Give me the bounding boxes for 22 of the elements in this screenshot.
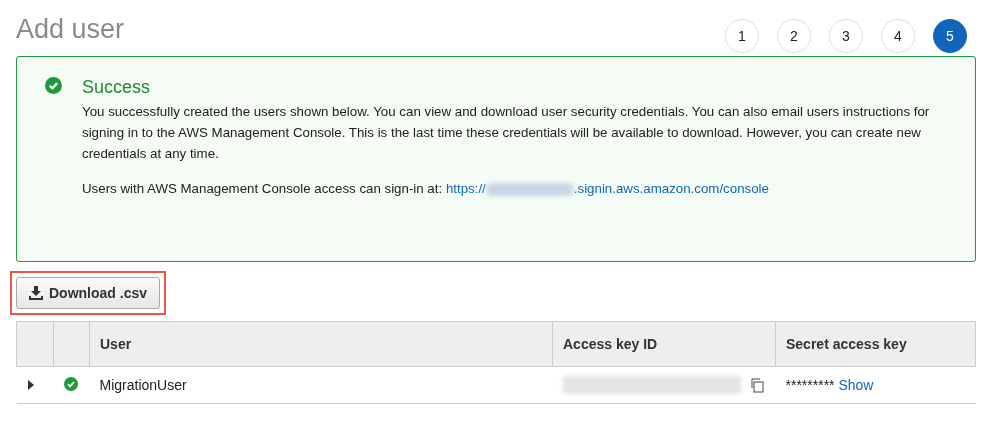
column-header: User bbox=[89, 321, 553, 367]
download-button[interactable]: Download .csv bbox=[16, 277, 161, 309]
download-icon bbox=[29, 286, 43, 300]
column-header: Access key ID bbox=[552, 321, 776, 367]
signin-label: Users with AWS Management Console access can sign-in at: bbox=[82, 181, 443, 196]
masked-secret: ********* bbox=[785, 377, 835, 393]
alert-title: Success bbox=[82, 77, 152, 98]
step-indicator[interactable]: 4 bbox=[881, 19, 915, 53]
column-header: Secret access key bbox=[775, 321, 976, 367]
step-indicator[interactable]: 5 bbox=[933, 19, 967, 53]
signin-link[interactable]: https:// .signin.aws.amazon.com/console bbox=[445, 181, 769, 196]
expand-caret-icon[interactable] bbox=[26, 377, 35, 393]
step-indicator[interactable]: 3 bbox=[829, 19, 863, 53]
alert-message: You successfully created the users shown below. You can view and download user security credentials. You can also email users instructions for signing in to the AWS Management Console. This is the last time these credentials will be available to download. However, you can create new credentials at any time. bbox=[82, 103, 931, 163]
page-title: Add user bbox=[16, 13, 125, 46]
success-icon bbox=[45, 77, 62, 94]
user-name: MigrationUser bbox=[99, 377, 187, 393]
step-indicator[interactable]: 2 bbox=[777, 19, 811, 53]
step-indicator[interactable]: 1 bbox=[725, 19, 759, 53]
copy-icon[interactable] bbox=[748, 377, 765, 393]
status-icon bbox=[63, 376, 78, 391]
show-link[interactable]: Show bbox=[838, 377, 874, 393]
